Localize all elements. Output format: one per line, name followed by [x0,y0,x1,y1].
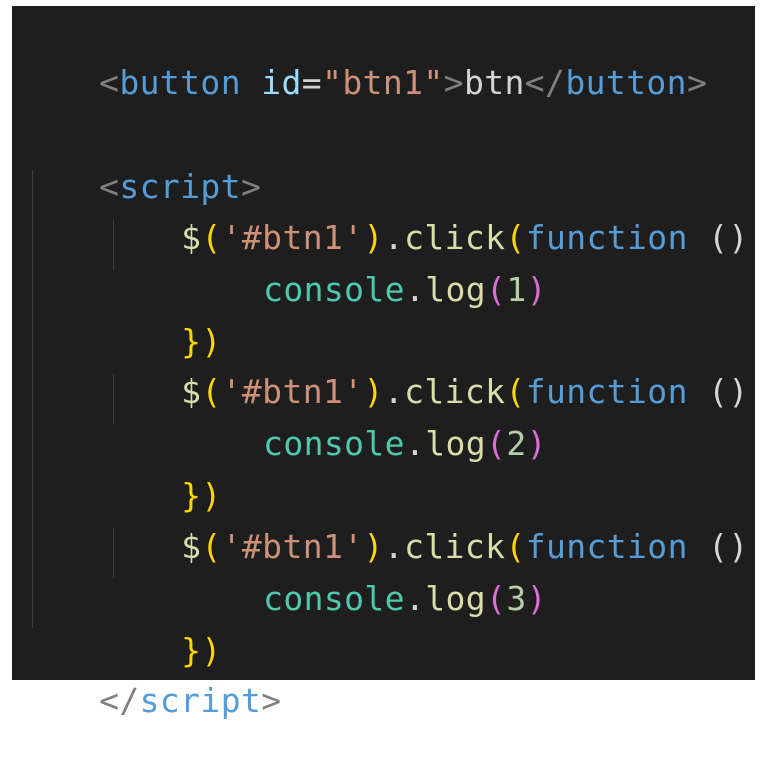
paren: ( [486,424,507,463]
number-literal: 1 [506,270,527,309]
keyword: function [525,527,688,566]
code-line-handler-1-body: console.log(1) [182,215,547,309]
code-editor: <button id="btn1">btn</button> <script> … [12,6,755,720]
code-line-handler-3-close: }) [100,576,222,670]
params: () [687,527,767,566]
tag-open-bracket: < [99,63,120,102]
function-name: log [425,579,487,618]
code-line-handler-3: $('#btn1').click(function () { [100,472,767,566]
code-line-handler-3-body: console.log(3) [182,524,547,618]
code-line-handler-1-close: }) [100,267,222,361]
dot: . [404,579,426,618]
function-name: log [425,424,487,463]
keyword: function [525,218,688,257]
tag-name: button [119,63,241,102]
function-name: log [425,270,487,309]
paren: ) [526,424,547,463]
dot: . [404,270,426,309]
paren: ( [486,270,507,309]
end-tag-close-bracket: > [261,681,282,720]
code-line-button: <button id="btn1">btn</button> [18,8,707,102]
button-text: btn [463,63,525,102]
code-line-handler-2: $('#btn1').click(function () { [100,317,767,411]
attribute-name: id [261,63,302,102]
dot: . [404,424,426,463]
code-line-handler-2-body: console.log(2) [182,369,547,463]
end-tag-name: button [565,63,687,102]
params: () [687,218,767,257]
equals-sign: = [301,63,323,102]
keyword: function [525,372,688,411]
code-line-handler-1: $('#btn1').click(function () { [100,163,767,257]
params: () [687,372,767,411]
end-tag-open-bracket: </ [99,681,140,720]
object-name: console [263,424,405,463]
paren: ( [486,579,507,618]
object-name: console [263,579,405,618]
number-literal: 3 [506,579,527,618]
attribute-value: "btn1" [322,63,444,102]
code-line-handler-2-close: }) [100,421,222,515]
code-line-script-close: </script> [18,626,282,720]
code-line-script-open: <script> [18,112,261,206]
end-tag-close-bracket: > [686,63,708,102]
paren: ) [526,579,547,618]
end-tag-name: script [139,681,262,720]
tag-close-bracket: > [443,63,464,102]
object-name: console [263,270,405,309]
end-tag-open-bracket: </ [524,63,566,102]
number-literal: 2 [506,424,527,463]
paren: ) [526,270,547,309]
